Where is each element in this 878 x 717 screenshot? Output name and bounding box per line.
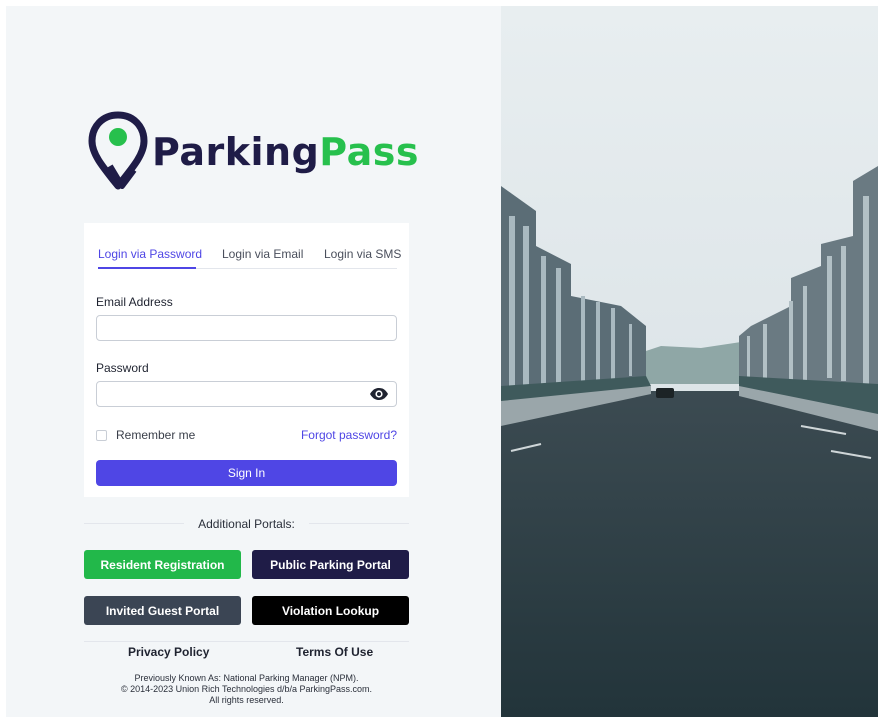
tab-login-email[interactable]: Login via Email (222, 247, 303, 269)
terms-of-use-link[interactable]: Terms Of Use (296, 645, 373, 659)
eye-icon[interactable] (369, 387, 389, 401)
remember-me-label: Remember me (116, 428, 196, 442)
login-card: Login via Password Login via Email Login… (84, 223, 409, 497)
street-background-image (501, 6, 878, 717)
email-field[interactable] (96, 315, 397, 341)
resident-registration-button[interactable]: Resident Registration (84, 550, 241, 579)
tab-login-password[interactable]: Login via Password (98, 247, 202, 269)
legal-line-previously-known: Previously Known As: National Parking Ma… (134, 673, 359, 683)
violation-lookup-button[interactable]: Violation Lookup (252, 596, 409, 625)
location-pin-icon (88, 111, 148, 190)
password-label: Password (96, 361, 149, 375)
brand-name-part2: Pass (319, 130, 419, 174)
legal-line-copyright: © 2014-2023 Union Rich Technologies d/b/… (120, 684, 373, 694)
privacy-policy-link[interactable]: Privacy Policy (128, 645, 209, 659)
password-field[interactable] (96, 381, 397, 407)
email-label: Email Address (96, 295, 173, 309)
divider (84, 641, 409, 642)
login-tabs: Login via Password Login via Email Login… (98, 247, 401, 269)
brand-name-part1: Parking (152, 130, 320, 174)
parkingpass-logo: ParkingPass (88, 110, 418, 195)
tab-login-sms[interactable]: Login via SMS (324, 247, 401, 269)
brand-wordmark: ParkingPass (152, 130, 419, 174)
forgot-password-link[interactable]: Forgot password? (301, 428, 397, 442)
sign-in-button[interactable]: Sign In (96, 460, 397, 486)
public-parking-portal-button[interactable]: Public Parking Portal (252, 550, 409, 579)
remember-me-checkbox[interactable] (96, 429, 107, 441)
remember-me: Remember me (96, 428, 195, 442)
additional-portals-heading: Additional Portals: (198, 517, 295, 531)
legal-line-rights: All rights reserved. (209, 695, 284, 705)
street-photo (501, 6, 878, 717)
invited-guest-portal-button[interactable]: Invited Guest Portal (84, 596, 241, 625)
